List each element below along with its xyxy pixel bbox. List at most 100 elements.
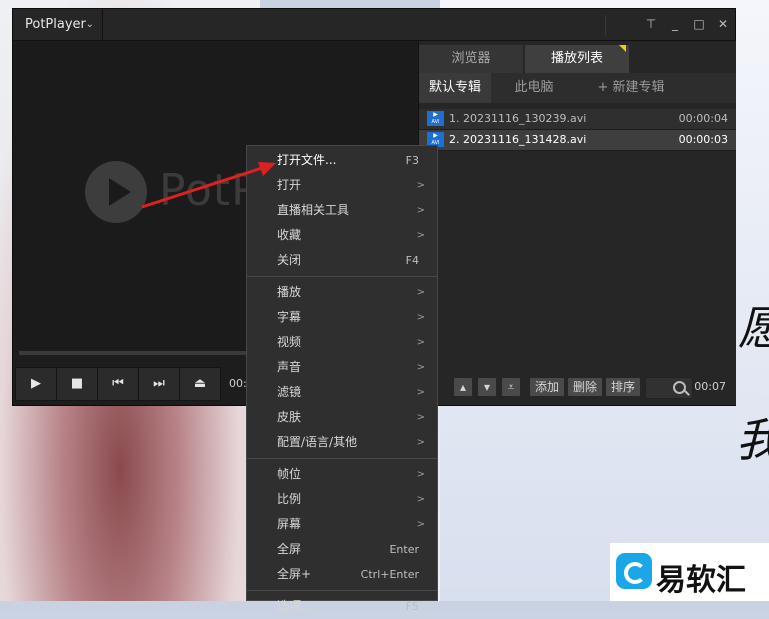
menu-shortcut: Ctrl+Enter xyxy=(360,568,419,581)
menu-item-open-file[interactable]: 打开文件... F3 xyxy=(247,148,437,173)
playlist-search[interactable] xyxy=(645,377,693,399)
menu-item-video[interactable]: 视频 > xyxy=(247,330,437,355)
menu-item-label: 打开 xyxy=(277,178,302,192)
submenu-arrow-icon: > xyxy=(416,287,425,298)
context-menu: 打开文件... F3 打开 > 直播相关工具 > 收藏 > 关闭 F4 播放 > 字幕 > 视… xyxy=(246,145,438,613)
menu-item-label: 屏幕 xyxy=(277,517,302,531)
menu-item-screen[interactable]: 屏幕 > xyxy=(247,512,437,537)
list-item[interactable]: ▶ AVI 2. 20231116_131428.avi 00:00:03 xyxy=(419,130,736,151)
menu-shortcut: Enter xyxy=(389,543,419,556)
logo-text: PotP xyxy=(159,165,259,216)
sort-button[interactable]: 排序 xyxy=(606,378,640,396)
submenu-arrow-icon: > xyxy=(416,412,425,423)
app-title: PotPlayer xyxy=(25,17,86,32)
move-down-icon[interactable]: ▾ xyxy=(478,378,496,396)
tab-browser[interactable]: 浏览器 xyxy=(419,45,523,73)
playlist-total-time: 00:07 xyxy=(694,380,726,393)
menu-item-audio[interactable]: 声音 > xyxy=(247,355,437,380)
eject-button[interactable]: ⏏ xyxy=(179,367,221,401)
submenu-arrow-icon: > xyxy=(416,494,425,505)
delete-button[interactable]: 删除 xyxy=(568,378,602,396)
tab-this-pc[interactable]: 此电脑 xyxy=(497,73,571,103)
submenu-arrow-icon: > xyxy=(416,312,425,323)
item-name: 2. 20231116_131428.avi xyxy=(449,133,587,146)
chevron-down-icon: ⌄ xyxy=(85,19,94,30)
background-calligraphy-1: 愿 xyxy=(738,292,769,358)
item-duration: 00:00:03 xyxy=(678,133,728,146)
minimize-icon[interactable]: _ xyxy=(663,9,687,40)
add-button[interactable]: 添加 xyxy=(530,378,564,396)
menu-item-frame[interactable]: 帧位 > xyxy=(247,462,437,487)
avi-file-icon: ▶ AVI xyxy=(427,111,444,126)
menu-item-label: 比例 xyxy=(277,492,302,506)
move-up-icon[interactable]: ▴ xyxy=(454,378,472,396)
submenu-arrow-icon: > xyxy=(416,387,425,398)
play-button[interactable]: ▶ xyxy=(15,367,57,401)
move-bottom-icon[interactable]: ⩡ xyxy=(502,378,520,396)
window-controls: ⊤ _ □ ✕ xyxy=(639,9,735,40)
menu-separator xyxy=(247,276,437,277)
menu-item-config[interactable]: 配置/语言/其他 > xyxy=(247,430,437,455)
submenu-arrow-icon: > xyxy=(416,337,425,348)
submenu-arrow-icon: > xyxy=(416,205,425,216)
menu-item-ratio[interactable]: 比例 > xyxy=(247,487,437,512)
menu-item-label: 收藏 xyxy=(277,228,302,242)
album-tabs: 默认专辑 此电脑 + 新建专辑 xyxy=(419,73,736,103)
stop-button[interactable]: ■ xyxy=(56,367,98,401)
search-icon[interactable] xyxy=(673,381,686,394)
submenu-arrow-icon: > xyxy=(416,437,425,448)
watermark-logo-icon xyxy=(616,553,652,589)
menu-item-close[interactable]: 关闭 F4 xyxy=(247,248,437,273)
submenu-arrow-icon: > xyxy=(416,519,425,530)
playlist-list: ▶ AVI 1. 20231116_130239.avi 00:00:04 ▶ AV… xyxy=(419,109,736,151)
item-name: 1. 20231116_130239.avi xyxy=(449,112,587,125)
menu-item-label: 视频 xyxy=(277,335,302,349)
submenu-arrow-icon: > xyxy=(416,469,425,480)
menu-shortcut: F3 xyxy=(405,154,419,167)
watermark: 易软汇 xyxy=(610,543,769,601)
panel-tabs: 浏览器 播放列表 xyxy=(419,41,736,73)
logo-play-triangle xyxy=(109,178,131,206)
tab-default-album[interactable]: 默认专辑 xyxy=(419,73,491,103)
menu-item-label: 直播相关工具 xyxy=(277,203,350,217)
app-menu-button[interactable]: PotPlayer ⌄ xyxy=(13,9,103,40)
menu-item-label: 字幕 xyxy=(277,310,302,324)
menu-item-playback[interactable]: 播放 > xyxy=(247,280,437,305)
tab-playlist[interactable]: 播放列表 xyxy=(525,45,629,73)
menu-item-fullscreen-plus[interactable]: 全屏+ Ctrl+Enter xyxy=(247,562,437,587)
previous-button[interactable]: ⏮ xyxy=(97,367,139,401)
menu-item-skins[interactable]: 皮肤 > xyxy=(247,405,437,430)
menu-shortcut: F5 xyxy=(405,600,419,613)
watermark-text: 易软汇 xyxy=(656,563,746,598)
menu-separator xyxy=(247,590,437,591)
tab-new-album[interactable]: + 新建专辑 xyxy=(581,73,681,103)
menu-item-label: 配置/语言/其他 xyxy=(277,435,358,449)
menu-shortcut: F4 xyxy=(405,254,419,267)
menu-separator xyxy=(247,458,437,459)
menu-item-filters[interactable]: 滤镜 > xyxy=(247,380,437,405)
menu-item-subtitles[interactable]: 字幕 > xyxy=(247,305,437,330)
next-button[interactable]: ⏭ xyxy=(138,367,180,401)
pin-icon[interactable]: ⊤ xyxy=(639,9,663,40)
item-duration: 00:00:04 xyxy=(678,112,728,125)
list-item[interactable]: ▶ AVI 1. 20231116_130239.avi 00:00:04 xyxy=(419,109,736,130)
menu-item-label: 全屏 xyxy=(277,542,302,556)
menu-item-favorites[interactable]: 收藏 > xyxy=(247,223,437,248)
menu-item-label: 打开文件... xyxy=(277,153,337,167)
close-icon[interactable]: ✕ xyxy=(711,9,735,40)
title-bar: PotPlayer ⌄ ⊤ _ □ ✕ xyxy=(13,9,735,41)
menu-item-label: 关闭 xyxy=(277,253,302,267)
menu-item-live-tools[interactable]: 直播相关工具 > xyxy=(247,198,437,223)
playback-time: 00: xyxy=(229,377,247,390)
maximize-icon[interactable]: □ xyxy=(687,9,711,40)
menu-item-options[interactable]: 选项... F5 xyxy=(247,594,437,619)
menu-item-label: 选项... xyxy=(277,599,313,613)
tab-corner-marker xyxy=(619,45,626,52)
menu-item-label: 滤镜 xyxy=(277,385,302,399)
playlist-panel: 浏览器 播放列表 默认专辑 此电脑 + 新建专辑 ▶ AVI 1. 2023111… xyxy=(418,41,736,405)
menu-item-open[interactable]: 打开 > xyxy=(247,173,437,198)
submenu-arrow-icon: > xyxy=(416,362,425,373)
menu-item-fullscreen[interactable]: 全屏 Enter xyxy=(247,537,437,562)
menu-item-label: 播放 xyxy=(277,285,302,299)
submenu-arrow-icon: > xyxy=(416,230,425,241)
